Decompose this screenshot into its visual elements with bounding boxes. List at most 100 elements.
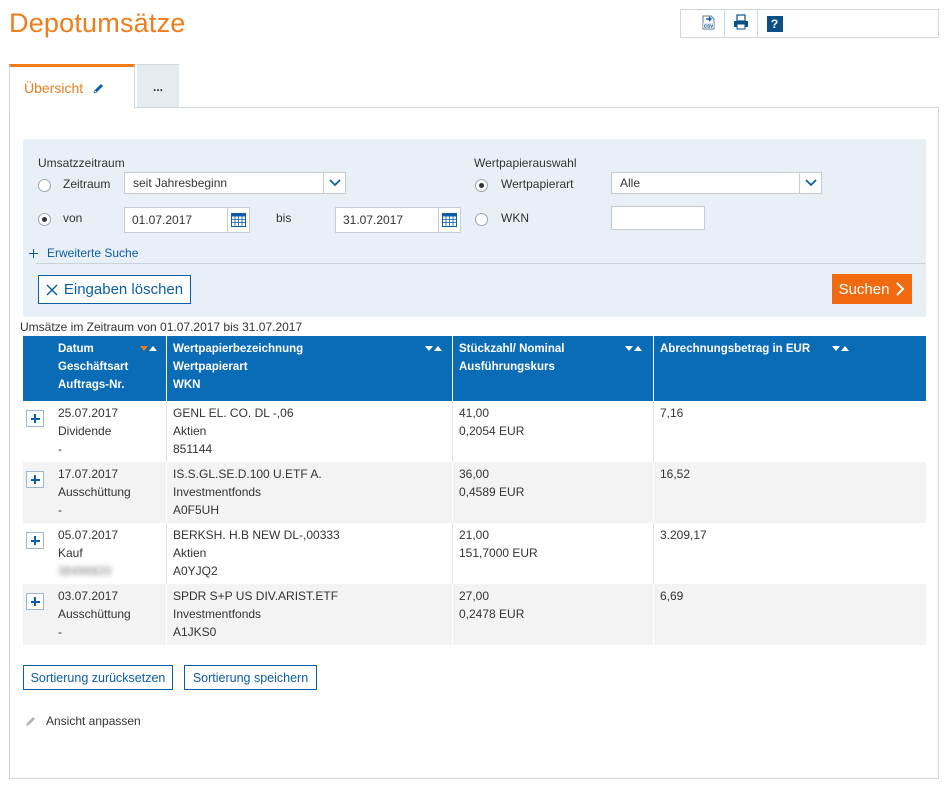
help-button[interactable]: ? [758, 10, 791, 37]
auftrags-nr-redacted: 38496820 [58, 564, 112, 578]
abrechnungsbetrag: 6,69 [660, 589, 684, 603]
bis-label: bis [276, 211, 292, 225]
auftrags-nr: - [58, 442, 62, 456]
wertpapierart-select-value: Alle [620, 176, 641, 190]
wkn: A1JKS0 [173, 625, 217, 639]
ausfuehrungskurs: 0,2478 EUR [459, 607, 525, 621]
betrag-cell: 7,16 [654, 401, 926, 462]
betrag-cell: 3.209,17 [654, 523, 926, 584]
bis-date-field[interactable]: 31.07.2017 [335, 207, 461, 233]
wertpapier-cell: SPDR S+P US DIV.ARIST.ETF Investmentfond… [167, 584, 453, 645]
stueckzahl: 27,00 [459, 589, 490, 603]
wertpapierart-radio[interactable] [475, 179, 488, 192]
expand-cell [23, 523, 52, 584]
customize-view-label: Ansicht anpassen [46, 714, 141, 728]
customize-view-link[interactable]: Ansicht anpassen [24, 714, 141, 728]
calendar-icon[interactable] [227, 208, 249, 232]
ausfuehrungskurs: 0,2054 EUR [459, 424, 525, 438]
tab-more[interactable]: ... [137, 64, 179, 108]
datum: 05.07.2017 [58, 528, 119, 542]
print-icon [732, 13, 750, 34]
sort-toggle-wertpapier[interactable] [425, 346, 442, 351]
expand-cell [23, 584, 52, 645]
zeitraum-select[interactable]: seit Jahresbeginn [124, 172, 346, 194]
expand-row-button[interactable] [26, 410, 44, 427]
header-datum: Datum Geschäftsart Auftrags-Nr. [52, 336, 167, 401]
datum: 03.07.2017 [58, 589, 119, 603]
sort-desc-icon [625, 346, 633, 351]
umsatzzeitraum-label: Umsatzzeitraum [38, 156, 125, 170]
header-line: Abrechnungsbetrag in EUR [660, 343, 811, 355]
sort-asc-icon [149, 346, 157, 351]
pencil-icon[interactable] [92, 82, 105, 95]
sort-toggle-abrechnungsbetrag[interactable] [832, 346, 849, 351]
chevron-down-icon [799, 173, 821, 193]
von-date-field[interactable]: 01.07.2017 [124, 207, 250, 233]
header-line: Auftrags-Nr. [58, 379, 125, 391]
wkn-input[interactable] [611, 206, 705, 230]
wkn-radio[interactable] [475, 213, 488, 226]
close-icon [46, 283, 58, 296]
table-row: 25.07.2017 Dividende - GENL EL. CO. DL -… [23, 401, 926, 462]
header-line: Stückzahl/ Nominal [459, 343, 565, 355]
header-line: WKN [173, 379, 201, 391]
header-line: Wertpapierbezeichnung [173, 343, 304, 355]
tab-uebersicht[interactable]: Übersicht [9, 64, 135, 109]
von-label: von [63, 211, 83, 225]
print-button[interactable] [725, 10, 758, 37]
save-sort-button[interactable]: Sortierung speichern [184, 665, 317, 690]
wertpapier-cell: IS.S.GL.SE.D.100 U.ETF A. Investmentfond… [167, 462, 453, 523]
zeitraum-radio[interactable] [38, 179, 51, 192]
wertpapierart-label: Wertpapierart [501, 177, 574, 191]
header-line: Wertpapierart [173, 361, 248, 373]
header-expand-column [23, 336, 52, 401]
von-date-value: 01.07.2017 [132, 213, 193, 227]
chevron-down-icon [323, 173, 345, 193]
advanced-search-link[interactable]: Erweiterte Suche [29, 246, 138, 260]
tab-uebersicht-label: Übersicht [24, 80, 84, 96]
reset-sort-button[interactable]: Sortierung zurücksetzen [23, 665, 173, 690]
expand-row-button[interactable] [26, 532, 44, 549]
datum: 17.07.2017 [58, 467, 119, 481]
wertpapierbezeichnung: IS.S.GL.SE.D.100 U.ETF A. [173, 467, 322, 481]
expand-row-button[interactable] [26, 593, 44, 610]
calendar-icon[interactable] [438, 208, 460, 232]
sort-desc-icon [425, 346, 433, 351]
expand-row-button[interactable] [26, 471, 44, 488]
wkn: A0F5UH [173, 503, 220, 517]
chevron-right-icon [896, 282, 905, 296]
geschaeftsart: Ausschüttung [58, 607, 131, 621]
table-header: Datum Geschäftsart Auftrags-Nr. Wertpapi… [23, 336, 926, 401]
sort-toggle-stueckzahl[interactable] [625, 346, 642, 351]
wertpapierart-select[interactable]: Alle [611, 172, 822, 194]
pencil-icon [24, 715, 37, 728]
wertpapier-cell: GENL EL. CO. DL -,06 Aktien 851144 [167, 401, 453, 462]
von-radio[interactable] [38, 213, 51, 226]
wkn: A0YJQ2 [173, 564, 218, 578]
datum-cell: 17.07.2017 Ausschüttung - [52, 462, 167, 523]
search-button-label: Suchen [838, 280, 890, 298]
stueckzahl: 36,00 [459, 467, 490, 481]
range-caption: Umsätze im Zeitraum von 01.07.2017 bis 3… [20, 320, 303, 334]
wertpapierauswahl-label: Wertpapierauswahl [474, 156, 577, 170]
search-button[interactable]: Suchen [832, 274, 912, 304]
stueckzahl-cell: 41,00 0,2054 EUR [453, 401, 654, 462]
datum-cell: 05.07.2017 Kauf 38496820 [52, 523, 167, 584]
sort-toggle-datum[interactable] [140, 346, 157, 351]
sort-asc-icon [634, 346, 642, 351]
csv-export-button[interactable]: CSV [692, 10, 725, 37]
wkn: 851144 [173, 442, 213, 456]
clear-inputs-button[interactable]: Eingaben löschen [38, 275, 191, 304]
wertpapierbezeichnung: BERKSH. H.B NEW DL-,00333 [173, 528, 340, 542]
ausfuehrungskurs: 151,7000 EUR [459, 546, 538, 560]
stueckzahl: 21,00 [459, 528, 490, 542]
sort-desc-icon [140, 346, 148, 351]
page-title: Depotumsätze [9, 8, 186, 38]
datum-cell: 03.07.2017 Ausschüttung - [52, 584, 167, 645]
clear-inputs-label: Eingaben löschen [63, 281, 184, 298]
wertpapierart: Aktien [173, 424, 207, 438]
table-row: 03.07.2017 Ausschüttung - SPDR S+P US DI… [23, 584, 926, 645]
table-row: 05.07.2017 Kauf 38496820 BERKSH. H.B NEW… [23, 523, 926, 584]
wertpapierart: Aktien [173, 546, 207, 560]
stueckzahl-cell: 27,00 0,2478 EUR [453, 584, 654, 645]
